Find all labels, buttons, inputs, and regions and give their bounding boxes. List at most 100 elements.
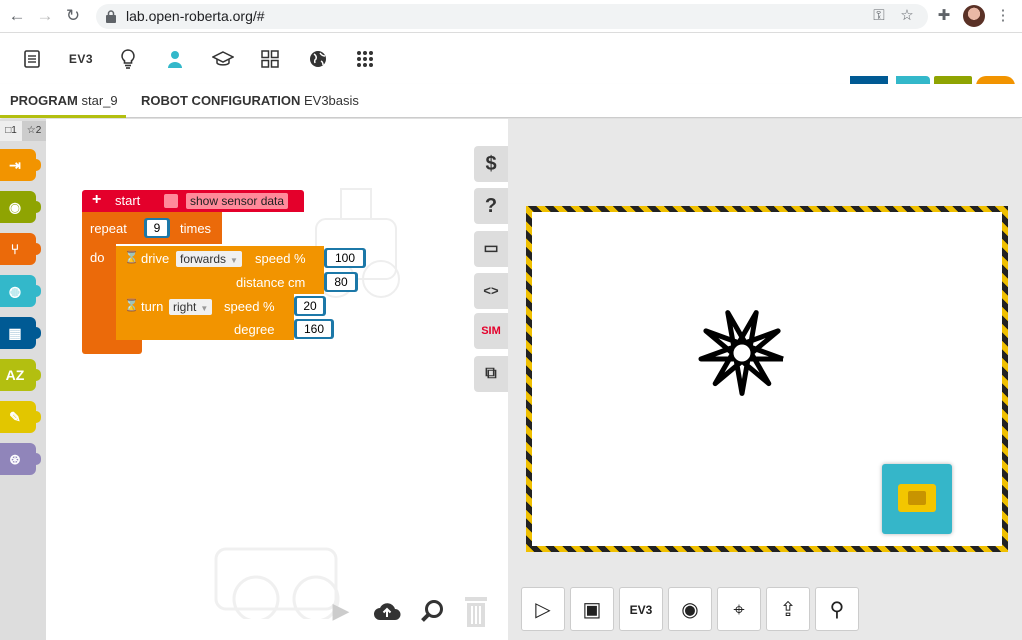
sim-label: SIM xyxy=(481,325,501,337)
address-bar[interactable]: lab.open-roberta.org/# xyxy=(96,4,928,29)
menu-kebab-icon[interactable]: ⋮ xyxy=(992,5,1014,27)
sim-ev3-button[interactable]: EV3 xyxy=(619,587,663,631)
profile-avatar[interactable] xyxy=(963,5,985,27)
import-icon: ⧉ xyxy=(485,365,497,382)
dollar-icon: $ xyxy=(485,153,497,175)
block-toolbox: □1 ☆2 ⇥ ◉ ⑂ ◍ ▦ AZ ✎ ⊛ xyxy=(0,119,46,640)
gallery-grid-icon[interactable] xyxy=(257,46,283,72)
show-sensor-checkbox[interactable] xyxy=(164,194,178,208)
tab-robot-configuration[interactable]: ROBOT CONFIGURATION EV3basis xyxy=(141,93,359,108)
logic-category-icon: ◍ xyxy=(8,283,22,299)
back-icon[interactable]: ← xyxy=(6,5,28,27)
play-icon: ▷ xyxy=(535,599,551,621)
robot-body xyxy=(898,484,936,512)
key-icon[interactable]: ⚿ xyxy=(868,5,890,27)
category-logic[interactable]: ◍ xyxy=(0,275,41,307)
simulation-canvas[interactable] xyxy=(526,206,1008,552)
code-export-button[interactable]: $ xyxy=(474,146,508,182)
add-plus-icon[interactable]: + xyxy=(92,191,101,209)
category-sensors[interactable]: ◉ xyxy=(0,191,41,223)
star-icon[interactable]: ☆ xyxy=(896,5,918,27)
tab-program[interactable]: PROGRAM star_9 xyxy=(10,93,118,108)
lightbulb-icon[interactable] xyxy=(115,46,141,72)
sensor-icon: ◉ xyxy=(681,599,699,621)
program-menu-icon[interactable] xyxy=(19,46,45,72)
turn-block[interactable]: ⌛ turn right ▼ speed % degree xyxy=(116,294,294,340)
star-drawing xyxy=(698,310,784,396)
level-2-tab[interactable]: ☆2 xyxy=(22,121,46,141)
code-brackets-icon: <> xyxy=(483,283,499,298)
category-text[interactable]: AZ xyxy=(0,359,41,391)
drive-direction-value: forwards xyxy=(180,252,227,266)
active-tab-indicator xyxy=(0,115,126,118)
forward-icon[interactable]: → xyxy=(34,5,56,27)
graduation-cap-icon[interactable] xyxy=(210,46,236,72)
drive-speed-label: speed % xyxy=(255,251,306,266)
image-icon: ▣ xyxy=(582,599,602,621)
drive-distance-input[interactable]: 80 xyxy=(324,272,358,292)
url-text: lab.open-roberta.org/# xyxy=(126,8,265,24)
sim-button[interactable]: SIM xyxy=(474,313,508,349)
trash-icon[interactable] xyxy=(459,594,493,628)
turn-degree-label: degree xyxy=(234,322,275,337)
turn-direction-dropdown[interactable]: right ▼ xyxy=(169,299,213,315)
times-label: times xyxy=(180,221,212,236)
simulation-import-button[interactable]: ⧉ xyxy=(474,356,508,392)
program-name: star_9 xyxy=(81,93,118,108)
repeat-block[interactable]: repeat 9 times xyxy=(82,212,222,244)
simulated-robot[interactable] xyxy=(882,464,952,534)
category-control[interactable]: ⑂ xyxy=(0,233,41,265)
export-icon: ⇪ xyxy=(779,599,797,621)
drive-label: drive xyxy=(141,251,170,266)
drive-distance-label: distance cm xyxy=(236,275,306,290)
turn-degree-input[interactable]: 160 xyxy=(294,319,334,339)
help-button[interactable]: ? xyxy=(474,188,508,224)
app-menubar: EV3 xyxy=(0,34,1022,114)
drive-speed-input[interactable]: 100 xyxy=(324,248,366,268)
action-category-icon: ⇥ xyxy=(9,157,21,173)
apps-grid-icon[interactable] xyxy=(352,46,378,72)
hourglass-icon: ⌛ xyxy=(124,250,139,264)
browser-toolbar: ← → ↻ lab.open-roberta.org/# ⚿ ☆ ✚ ⋮ xyxy=(0,0,1022,33)
sim-location-button[interactable]: ⌖ xyxy=(717,587,761,631)
sim-export-button[interactable]: ⇪ xyxy=(766,587,810,631)
tab-robot-configuration-label: ROBOT CONFIGURATION xyxy=(141,93,301,108)
repeat-do-arm: do xyxy=(82,244,116,344)
sim-background-button[interactable]: ▣ xyxy=(570,587,614,631)
reload-icon[interactable]: ↻ xyxy=(62,5,84,27)
extensions-icon[interactable]: ✚ xyxy=(933,5,955,27)
control-category-icon: ⑂ xyxy=(10,241,20,257)
turn-label: turn xyxy=(141,299,164,314)
category-action[interactable]: ⇥ xyxy=(0,149,41,181)
category-math[interactable]: ▦ xyxy=(0,317,41,349)
turn-speed-input[interactable]: 20 xyxy=(294,296,326,316)
toolbox-level-tabs: □1 ☆2 xyxy=(0,119,46,143)
math-category-icon: ▦ xyxy=(8,325,22,341)
source-code-button[interactable]: <> xyxy=(474,273,508,309)
repeat-count-input[interactable]: 9 xyxy=(144,218,170,238)
comment-button[interactable]: ▭ xyxy=(474,231,508,267)
run-program-button[interactable]: ▶ xyxy=(324,594,358,628)
turn-degree-value: 160 xyxy=(297,321,331,337)
upload-cloud-icon[interactable] xyxy=(370,594,404,628)
turn-direction-value: right xyxy=(173,300,197,314)
robot-menu-ev3[interactable]: EV3 xyxy=(66,46,96,72)
drive-distance-value: 80 xyxy=(327,274,355,290)
repeat-block-bottom xyxy=(82,340,142,354)
sim-sensor-button[interactable]: ◉ xyxy=(668,587,712,631)
category-variables[interactable]: ⊛ xyxy=(0,443,41,475)
start-block[interactable]: + start show sensor data xyxy=(82,190,304,212)
zoom-search-icon[interactable] xyxy=(415,594,449,628)
sim-link-button[interactable]: ⚲ xyxy=(815,587,859,631)
category-colour[interactable]: ✎ xyxy=(0,401,41,433)
tab-program-label: PROGRAM xyxy=(10,93,78,108)
sim-play-button[interactable]: ▷ xyxy=(521,587,565,631)
user-icon[interactable] xyxy=(162,46,188,72)
turn-speed-value: 20 xyxy=(297,298,323,314)
drive-direction-dropdown[interactable]: forwards ▼ xyxy=(176,251,242,267)
location-pin-icon: ⌖ xyxy=(733,599,745,621)
lock-icon xyxy=(106,10,116,23)
level-1-tab[interactable]: □1 xyxy=(0,121,22,141)
drive-block[interactable]: ⌛ drive forwards ▼ speed % distance cm xyxy=(116,246,324,294)
globe-icon[interactable] xyxy=(305,46,331,72)
